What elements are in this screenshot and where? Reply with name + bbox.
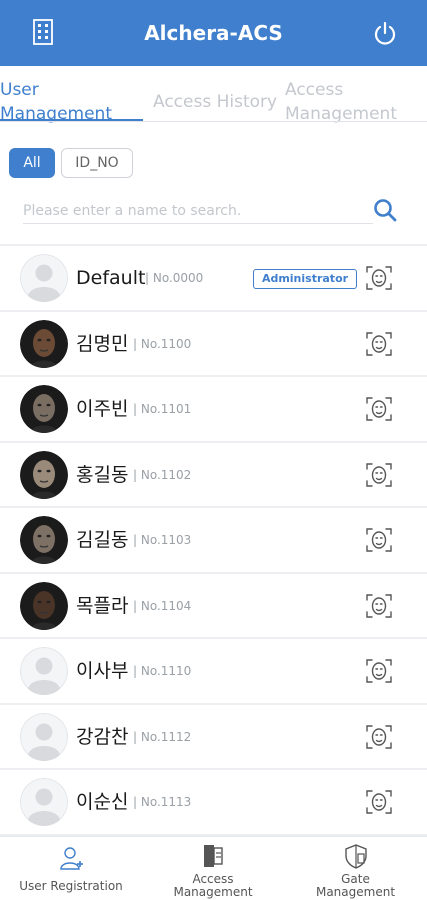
- avatar-placeholder: [20, 254, 68, 302]
- door-icon: [204, 845, 223, 867]
- avatar-placeholder: [20, 778, 68, 826]
- filter-all-button[interactable]: All: [9, 148, 55, 178]
- avatar: [20, 385, 68, 433]
- user-number: | No.1104: [133, 598, 192, 613]
- administrator-badge: Administrator: [253, 269, 357, 289]
- user-name: 이순신: [76, 791, 129, 813]
- shield-icon: [345, 844, 367, 869]
- avatar: [20, 581, 68, 630]
- face-scan-icon[interactable]: [365, 723, 393, 751]
- app-title: Alchera-ACS: [144, 21, 283, 45]
- user-row[interactable]: 김길동 | No.1103: [0, 508, 427, 572]
- nav-gate-management[interactable]: Gate Management: [284, 837, 427, 900]
- tab-access-history[interactable]: Access History: [153, 90, 278, 114]
- user-row[interactable]: Default | No.0000 Administrator: [0, 246, 427, 310]
- tab-access-management[interactable]: Access Management: [285, 78, 427, 126]
- face-scan-icon[interactable]: [365, 330, 393, 358]
- face-scan-icon[interactable]: [365, 461, 393, 489]
- user-name: 이사부: [76, 660, 129, 682]
- user-name: 김명민: [76, 332, 129, 355]
- nav-access-management-label: Access Management: [142, 873, 284, 899]
- user-number: | No.1101: [133, 402, 192, 416]
- bottom-navigation: User Registration Access Management Gate…: [0, 836, 427, 900]
- tab-bar: User Management Access History Access Ma…: [0, 66, 427, 124]
- user-name: 목플라: [76, 594, 129, 617]
- user-row[interactable]: 목플라 | No.1104: [0, 574, 427, 638]
- user-number: | No.1113: [133, 795, 192, 809]
- user-number: | No.1103: [133, 533, 192, 547]
- nav-gate-label-line2: Management: [315, 885, 396, 899]
- user-name: 이주빈: [76, 398, 129, 420]
- user-number: | No.0000: [145, 271, 204, 285]
- face-scan-icon[interactable]: [365, 788, 393, 816]
- face-scan-icon[interactable]: [365, 592, 393, 620]
- face-scan-icon[interactable]: [365, 657, 393, 685]
- avatar: [20, 450, 68, 499]
- user-number: | No.1112: [133, 729, 192, 744]
- face-scan-icon[interactable]: [365, 395, 393, 423]
- tab-access-management-label-line1: Access: [285, 80, 344, 100]
- avatar: [20, 319, 68, 368]
- tab-access-management-label-line2: Management: [285, 104, 397, 124]
- nav-user-registration[interactable]: User Registration: [0, 837, 142, 900]
- nav-gate-management-label: Gate Management: [284, 873, 427, 899]
- nav-access-management[interactable]: Access Management: [142, 837, 284, 900]
- user-name: 김길동: [76, 529, 129, 551]
- user-row[interactable]: 이순신 | No.1113: [0, 770, 427, 834]
- nav-user-registration-label: User Registration: [19, 879, 123, 893]
- user-name: Default: [76, 267, 146, 289]
- tab-user-management-label-line1: User: [0, 80, 39, 100]
- user-row[interactable]: 김명민 | No.1100: [0, 312, 427, 376]
- avatar: [20, 516, 68, 564]
- face-scan-icon[interactable]: [365, 264, 393, 292]
- power-icon[interactable]: [372, 21, 398, 47]
- app-bar: Alchera-ACS: [0, 0, 427, 66]
- user-row[interactable]: 홍길동 | No.1102: [0, 443, 427, 507]
- search-icon[interactable]: [372, 197, 398, 223]
- avatar-placeholder: [20, 712, 68, 761]
- user-row[interactable]: 이사부 | No.1110: [0, 639, 427, 703]
- filter-id-no-button[interactable]: ID_NO: [61, 148, 133, 178]
- user-name: 홍길동: [76, 463, 129, 486]
- user-number: | No.1100: [133, 336, 192, 351]
- nav-access-label-line2: Management: [173, 885, 253, 899]
- user-name: 강감찬: [76, 725, 129, 748]
- tab-user-management-label-line2: Management: [0, 104, 112, 124]
- user-number: | No.1110: [133, 664, 192, 678]
- search-input[interactable]: [23, 198, 373, 224]
- user-add-icon: [60, 847, 83, 870]
- user-row[interactable]: 이주빈 | No.1101: [0, 377, 427, 441]
- avatar-placeholder: [20, 647, 68, 695]
- tab-divider: [0, 121, 427, 122]
- user-row[interactable]: 강감찬 | No.1112: [0, 705, 427, 769]
- face-scan-icon[interactable]: [365, 526, 393, 554]
- user-number: | No.1102: [133, 467, 192, 482]
